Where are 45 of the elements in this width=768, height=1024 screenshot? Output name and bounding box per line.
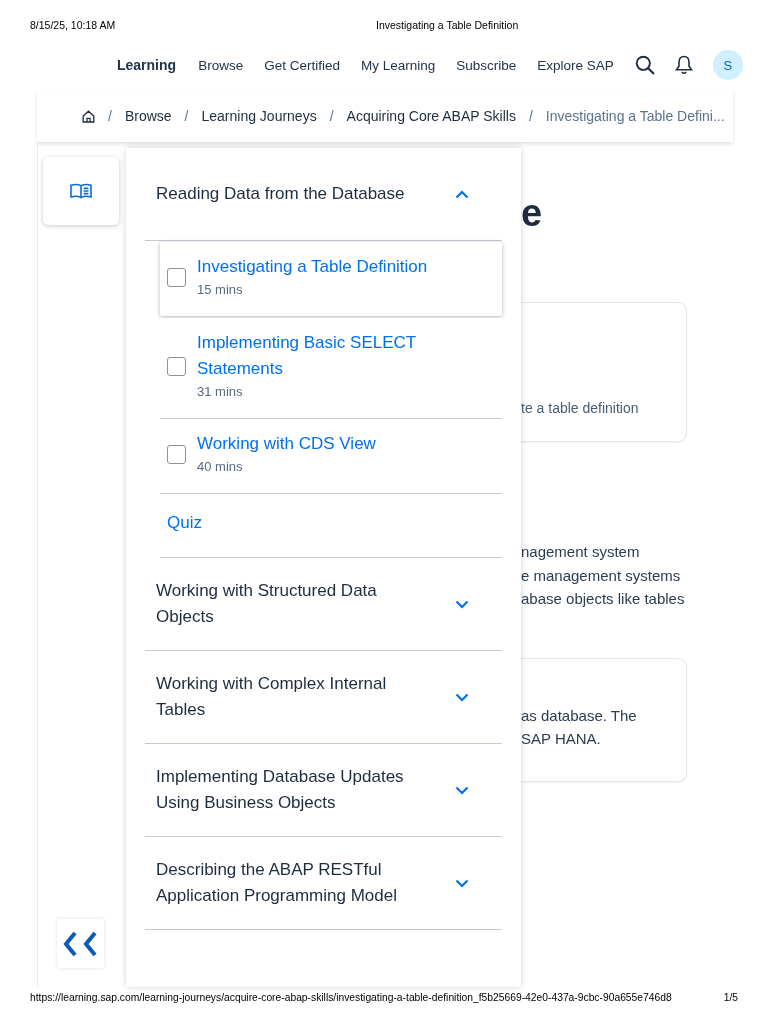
search-icon[interactable] (634, 55, 655, 75)
lesson-duration: 40 mins (197, 458, 243, 476)
outline-toggle-button[interactable] (43, 157, 119, 225)
user-avatar[interactable]: S (712, 50, 743, 80)
nav-link[interactable]: Browse (198, 57, 244, 73)
page-url: https://learning.sap.com/learning-journeys/acquire-core-abap-skills/investigating-a-table-definition_f5b25669-42e0-437a-9cbc-90a655e746d8 (30, 992, 672, 1004)
checkbox[interactable] (167, 267, 186, 287)
page-heading: e (521, 191, 543, 235)
breadcrumb-link[interactable]: Browse (124, 108, 172, 124)
nav-link[interactable]: My Learning (360, 57, 436, 73)
print-title: Investigating a Table Definition (376, 19, 519, 31)
checkbox[interactable] (167, 444, 186, 464)
nav-link[interactable]: Explore SAP (537, 57, 614, 73)
lesson-duration: 31 mins (197, 383, 243, 401)
breadcrumb-link[interactable]: Acquiring Core ABAP Skills (346, 108, 516, 124)
card-text-line: as database. The (521, 705, 637, 726)
bell-icon[interactable] (674, 55, 693, 75)
lesson-duration: 15 mins (197, 281, 243, 299)
nav-link[interactable]: Subscribe (456, 57, 517, 73)
current-page-title: Investigating a Table Defini... (545, 108, 725, 124)
card-text-line: SAP HANA. (521, 728, 601, 749)
book-icon (70, 183, 92, 199)
lesson-link[interactable]: Working with CDS View (197, 431, 376, 457)
checkbox[interactable] (167, 356, 186, 376)
paragraph-line: e management systems (521, 565, 681, 586)
print-date: 8/15/25, 10:18 AM (30, 19, 117, 31)
double-chevron-left-icon (62, 930, 99, 957)
card-text: te a table definition (521, 399, 639, 418)
page-number: 1/5 (723, 992, 738, 1004)
breadcrumb-separator: / (329, 108, 334, 124)
breadcrumb-link[interactable]: Learning Journeys (201, 108, 317, 124)
collapse-button[interactable] (57, 919, 104, 968)
nav-link[interactable]: Get Certified (264, 57, 340, 73)
paragraph-line: abase objects like tables (521, 589, 685, 609)
breadcrumb-separator: / (528, 108, 533, 124)
quiz-link[interactable]: Quiz (167, 510, 202, 536)
lesson-link[interactable]: Investigating a Table Definition (197, 254, 428, 280)
nav-brand-link[interactable]: Learning (117, 57, 177, 73)
home-icon[interactable] (82, 109, 95, 123)
lesson-link[interactable]: Implementing Basic SELECT Statements (197, 330, 459, 382)
breadcrumb-separator: / (184, 108, 189, 124)
paragraph-line: nagement system (521, 542, 640, 562)
section-header[interactable]: Reading Data from the Database (145, 148, 502, 241)
lesson-item[interactable]: Investigating a Table Definition 15 mins (160, 242, 502, 316)
breadcrumb-separator: / (108, 108, 112, 124)
